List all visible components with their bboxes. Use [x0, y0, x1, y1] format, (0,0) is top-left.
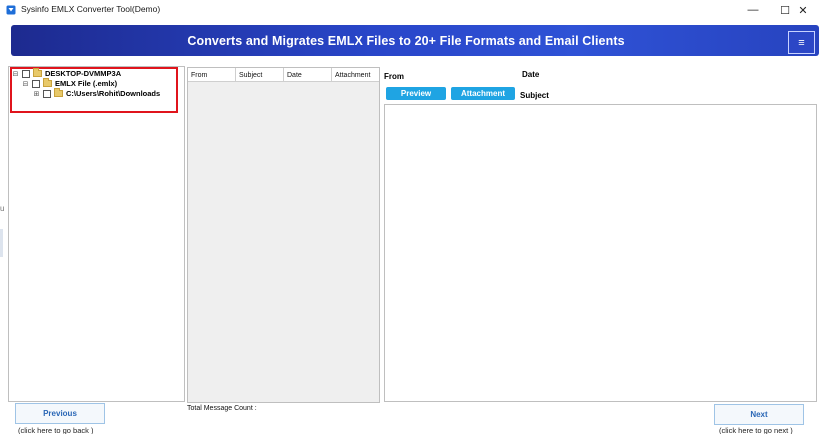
column-subject[interactable]: Subject [236, 68, 284, 82]
collapse-icon[interactable]: ⊟ [12, 70, 19, 78]
subject-label: Subject [520, 91, 549, 100]
attachment-button[interactable]: Attachment [451, 87, 515, 100]
banner-title: Converts and Migrates EMLX Files to 20+ … [187, 33, 625, 48]
close-button[interactable]: ✕ [786, 0, 820, 20]
previous-button[interactable]: Previous [15, 403, 105, 424]
title-bar: Sysinfo EMLX Converter Tool(Demo) — ☐ ✕ [0, 0, 820, 20]
tree-checkbox[interactable] [43, 89, 51, 98]
message-list-header: From Subject Date Attachment [188, 68, 379, 82]
date-label: Date [522, 70, 540, 79]
column-date[interactable]: Date [284, 68, 332, 82]
close-icon: ✕ [798, 4, 808, 17]
folder-tree-panel[interactable] [8, 66, 185, 402]
folder-icon [43, 78, 52, 87]
tree-checkbox[interactable] [22, 69, 30, 78]
expand-icon[interactable]: ⊞ [33, 90, 40, 98]
folder-icon [33, 68, 42, 77]
tree-item-label: DESKTOP-DVMMP3A [45, 69, 122, 78]
tree-item-emlx-file[interactable]: ⊟ EMLX File (.emlx) [22, 78, 118, 88]
total-message-count: Total Message Count : [187, 405, 257, 412]
column-from[interactable]: From [188, 68, 236, 82]
column-attachment[interactable]: Attachment [332, 68, 379, 82]
email-preview-pane[interactable] [384, 104, 817, 402]
edge-bar [0, 229, 3, 257]
collapse-icon[interactable]: ⊟ [22, 80, 29, 88]
minimize-button[interactable]: — [736, 0, 770, 20]
tree-item-downloads[interactable]: ⊞ C:\Users\Rohit\Downloads [33, 88, 161, 98]
edge-mark: u [0, 204, 5, 213]
menu-button[interactable]: ≡ [788, 31, 815, 54]
minimize-icon: — [747, 4, 759, 16]
from-label: From [384, 72, 404, 81]
tree-checkbox[interactable] [32, 79, 40, 88]
window-title: Sysinfo EMLX Converter Tool(Demo) [21, 4, 161, 14]
next-hint: (click here to go next ) [719, 426, 793, 434]
tree-item-desktop[interactable]: ⊟ DESKTOP-DVMMP3A [12, 68, 122, 78]
hamburger-icon: ≡ [798, 36, 805, 49]
preview-button[interactable]: Preview [386, 87, 446, 100]
tree-item-label: C:\Users\Rohit\Downloads [66, 89, 161, 98]
message-list-panel[interactable]: From Subject Date Attachment [187, 67, 380, 403]
next-button[interactable]: Next [714, 404, 804, 425]
app-icon [6, 5, 16, 15]
header-banner: Converts and Migrates EMLX Files to 20+ … [11, 25, 819, 56]
tree-item-label: EMLX File (.emlx) [55, 79, 118, 88]
previous-hint: (click here to go back ) [18, 426, 94, 434]
folder-icon [54, 88, 63, 97]
